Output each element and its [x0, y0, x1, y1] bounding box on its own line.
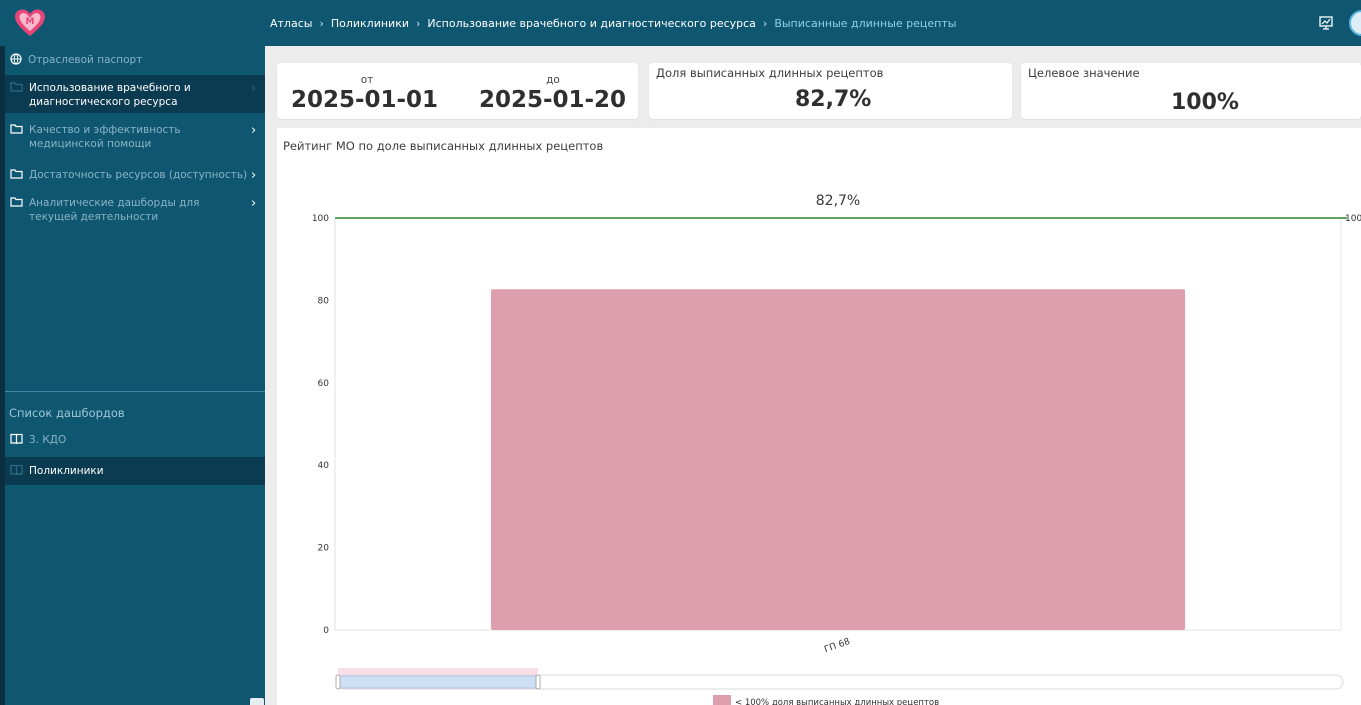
collapse-icon[interactable] — [250, 698, 264, 705]
sidebar-item-label: Достаточность ресурсов (доступность) — [29, 169, 248, 181]
sidebar-item-industry-passport[interactable]: Отраслевой паспорт — [5, 53, 265, 69]
sidebar-item-label: Качество и эффективность медицинской пом… — [29, 124, 181, 150]
top-bar: М Атласы › Поликлиники › Использование в… — [0, 0, 1361, 46]
bar — [490, 289, 1186, 630]
y-tick-label: 40 — [318, 461, 330, 471]
zoom-handle-left — [335, 674, 341, 690]
bar-value-label: 82,7% — [816, 193, 860, 209]
heart-logo-icon[interactable]: М — [14, 8, 46, 38]
y-tick-label: 100 — [312, 214, 329, 224]
y-tick-label: 20 — [318, 544, 330, 554]
sidebar-item-quality[interactable]: Качество и эффективность медицинской пом… — [5, 123, 265, 153]
breadcrumb-atlases[interactable]: Атласы — [270, 17, 312, 30]
kpi-share-card: Доля выписанных длинных рецептов 82,7% — [649, 63, 1012, 119]
book-icon — [10, 464, 23, 475]
folder-icon — [10, 197, 23, 207]
folder-icon — [10, 169, 23, 179]
breadcrumb-separator-icon: › — [415, 16, 421, 30]
folder-icon — [10, 124, 23, 134]
sidebar-item-resource-sufficiency[interactable]: Достаточность ресурсов (доступность) › — [5, 168, 265, 184]
chevron-right-icon: › — [251, 196, 257, 211]
dashboard-item-label: Поликлиники — [29, 465, 104, 477]
book-icon — [10, 433, 23, 444]
y-tick-label: 60 — [318, 379, 330, 389]
breadcrumb-polyclinics[interactable]: Поликлиники — [331, 17, 409, 30]
kpi-target-card: Целевое значение 100% — [1021, 63, 1361, 119]
chart-panel: Рейтинг МО по доле выписанных длинных ре… — [277, 128, 1361, 705]
legend-label: < 100% доля выписанных длинных рецептов — [735, 698, 939, 705]
period-to-label: до — [546, 74, 560, 86]
breadcrumb-current: Выписанные длинные рецепты — [774, 16, 957, 30]
kpi-target-title: Целевое значение — [1028, 66, 1140, 80]
breadcrumb-separator-icon: › — [762, 16, 768, 30]
sidebar: Отраслевой паспорт Использование врачебн… — [0, 46, 265, 705]
legend-swatch — [713, 695, 731, 705]
x-tick-label: ГП 68 — [823, 637, 852, 656]
kpi-target-value: 100% — [1171, 90, 1239, 115]
chevron-right-icon: › — [251, 81, 257, 96]
sidebar-item-resource-usage[interactable]: Использование врачебного и диагностическ… — [5, 75, 265, 113]
dashboard-item-label: 3. КДО — [29, 434, 67, 446]
period-to-value[interactable]: 2025-01-20 — [465, 87, 640, 113]
bar-chart: 0 20 40 60 80 100 ГП 68 82,7% 100% < 100% доля вы… — [312, 193, 1361, 705]
sidebar-item-label: Использование врачебного и диагностическ… — [29, 82, 191, 108]
globe-icon — [10, 53, 22, 65]
y-tick-label: 0 — [323, 626, 329, 636]
chevron-right-icon: › — [251, 123, 257, 138]
sidebar-item-analytics[interactable]: Аналитические дашборды для текущей деяте… — [5, 196, 265, 226]
sidebar-item-label: Аналитические дашборды для текущей деяте… — [29, 197, 200, 223]
dashboards-list-title: Список дашбордов — [9, 406, 125, 420]
zoom-scrollbar-thumb — [337, 675, 539, 689]
chevron-right-icon: › — [251, 168, 257, 183]
target-line-label: 100% — [1345, 214, 1361, 224]
breadcrumb-resource-usage[interactable]: Использование врачебного и диагностическ… — [427, 17, 756, 30]
dashboard-item-kdo[interactable]: 3. КДО — [5, 433, 265, 451]
breadcrumb: Атласы › Поликлиники › Использование вра… — [270, 0, 956, 46]
period-card: от 2025-01-01 до 2025-01-20 — [277, 63, 638, 119]
sidebar-item-label: Отраслевой паспорт — [28, 54, 143, 66]
kpi-share-value: 82,7% — [795, 87, 872, 112]
period-from-value[interactable]: 2025-01-01 — [277, 87, 452, 113]
sidebar-divider — [5, 391, 265, 392]
report-icon[interactable] — [1319, 16, 1333, 30]
folder-icon — [10, 82, 23, 92]
svg-text:М: М — [26, 17, 35, 27]
kpi-share-title: Доля выписанных длинных рецептов — [656, 66, 884, 80]
y-tick-label: 80 — [318, 296, 330, 306]
period-from-label: от — [360, 74, 374, 86]
zoom-handle-right — [535, 674, 541, 690]
dashboard-item-polyclinics[interactable]: Поликлиники — [5, 457, 265, 485]
user-avatar-icon[interactable] — [1349, 10, 1361, 36]
breadcrumb-separator-icon: › — [319, 16, 324, 30]
